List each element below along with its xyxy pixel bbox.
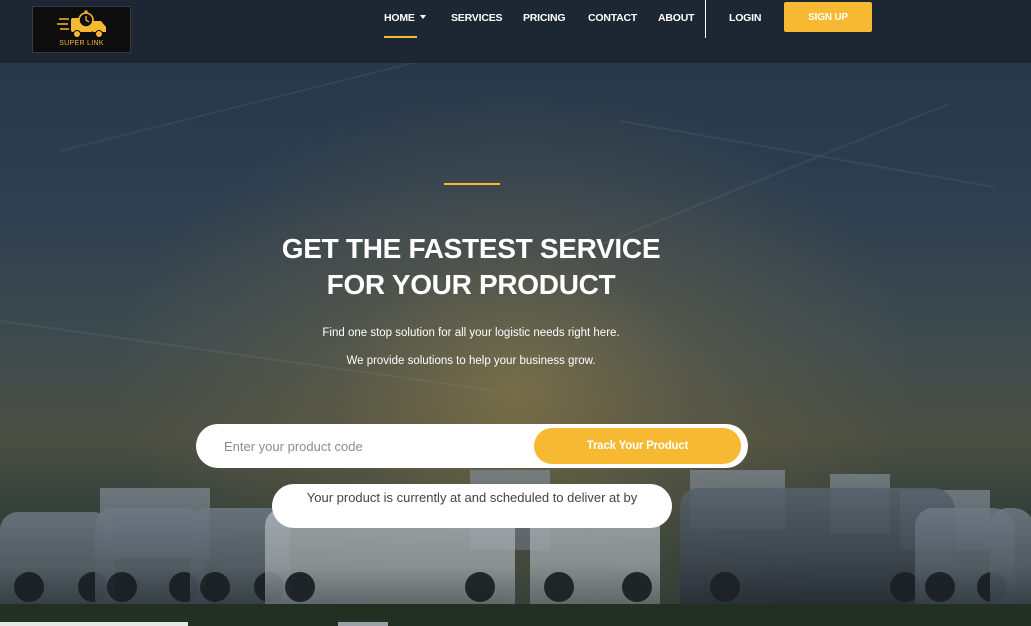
brand-name: SUPER LINK [59,40,104,47]
nav-home-label: HOME [384,12,415,24]
tracking-status: Your product is currently at and schedul… [272,484,672,528]
brand-logo[interactable]: SUPER LINK [32,6,131,53]
tracking-form: Track Your Product [196,424,748,468]
track-product-button[interactable]: Track Your Product [534,428,741,464]
hero-subtitle-1: Find one stop solution for all your logi… [322,327,620,339]
caret-down-icon [419,15,426,19]
hero-headline: GET THE FASTEST SERVICE FOR YOUR PRODUCT [215,231,727,303]
nav-active-indicator [384,36,417,38]
product-code-input[interactable] [196,424,536,468]
delivery-truck-stopwatch-icon [57,10,106,38]
hero-headline-line1: GET THE FASTEST SERVICE [281,233,661,264]
hero-headline-line2: FOR YOUR PRODUCT [326,269,616,300]
nav-about[interactable]: ABOUT [658,12,695,26]
nav-login[interactable]: LOGIN [729,12,761,26]
hero-subtitle-2: We provide solutions to help your busine… [346,355,596,367]
bottom-strip [0,622,188,626]
hero-accent-line [444,183,500,185]
nav-pricing[interactable]: PRICING [523,12,566,26]
nav-divider [705,0,706,38]
bottom-strip-2 [338,622,388,626]
hero-background [0,0,1031,626]
signup-button[interactable]: SIGN UP [784,2,872,32]
nav-home[interactable]: HOME [384,12,426,26]
nav-contact[interactable]: CONTACT [588,12,637,26]
nav-services[interactable]: SERVICES [451,12,503,26]
navbar: SUPER LINK HOME SERVICES PRICING CONTACT… [0,0,1031,63]
